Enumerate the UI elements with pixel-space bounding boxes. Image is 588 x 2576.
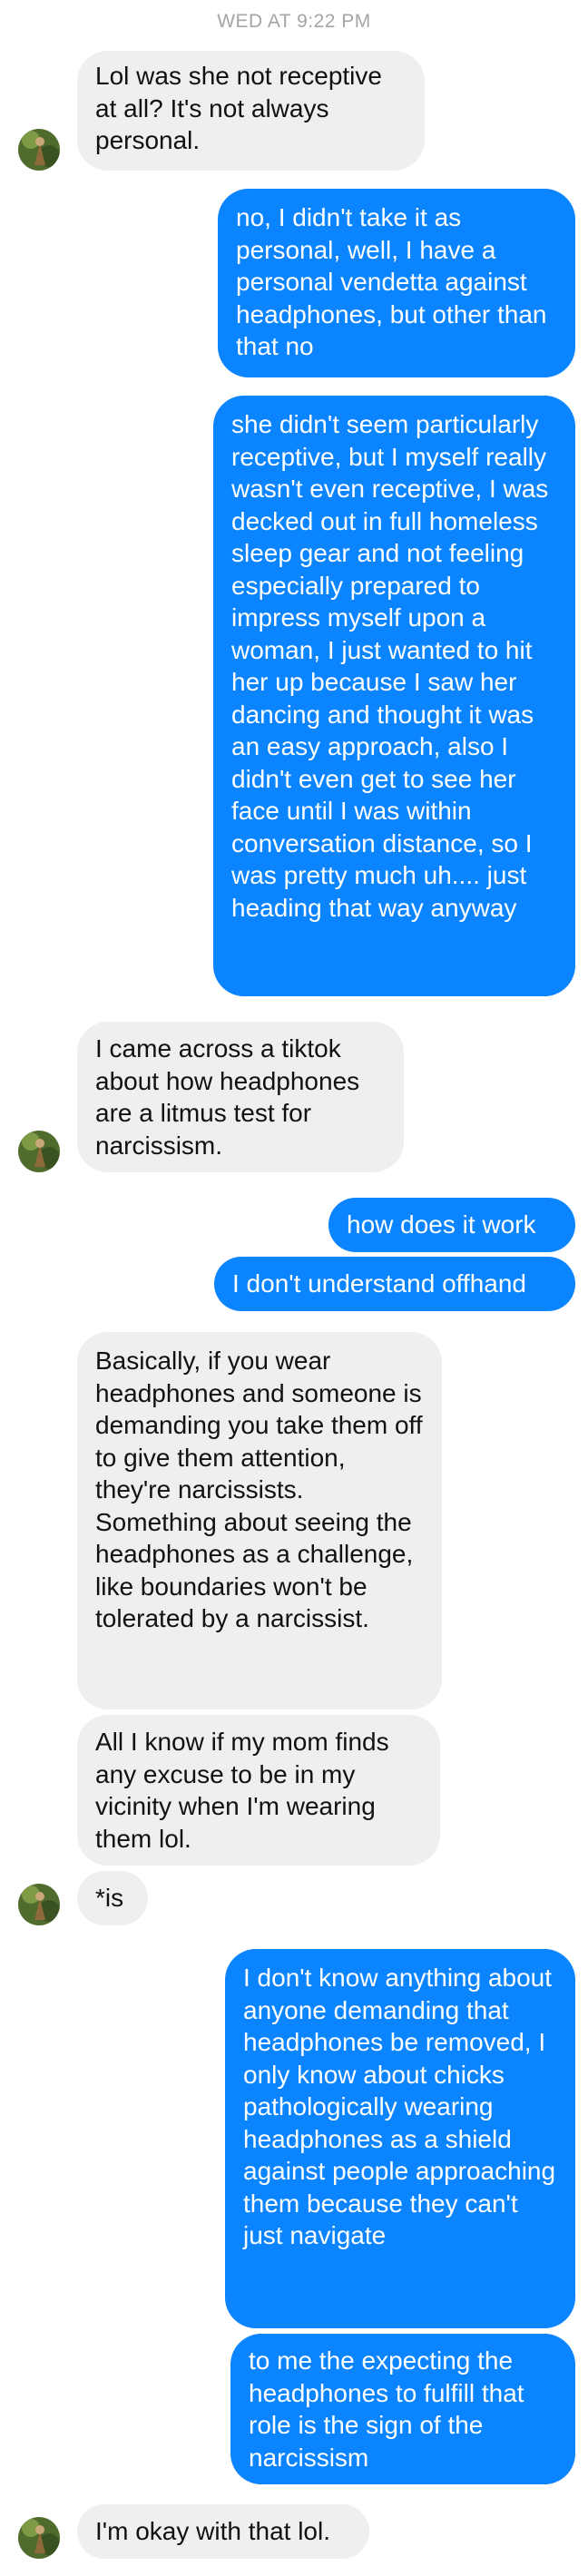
avatar-image-icon: [18, 1884, 60, 1925]
message-bubble-sent[interactable]: I don't know anything about anyone deman…: [225, 1949, 575, 2328]
message-bubble-received[interactable]: Lol was she not receptive at all? It's n…: [77, 51, 425, 171]
message-bubble-sent[interactable]: to me the expecting the headphones to fu…: [230, 2334, 575, 2484]
message-bubble-received[interactable]: All I know if my mom finds any excuse to…: [77, 1715, 440, 1866]
avatar-image-icon: [18, 1131, 60, 1172]
contact-avatar[interactable]: [18, 1884, 60, 1925]
avatar-image-icon: [18, 2517, 60, 2559]
message-bubble-sent[interactable]: how does it work: [328, 1198, 575, 1252]
contact-avatar[interactable]: [18, 1131, 60, 1172]
contact-avatar[interactable]: [18, 129, 60, 171]
message-bubble-received[interactable]: I came across a tiktok about how headpho…: [77, 1022, 404, 1172]
message-bubble-received[interactable]: *is: [77, 1871, 148, 1925]
message-bubble-sent[interactable]: no, I didn't take it as personal, well, …: [218, 189, 575, 377]
message-bubble-received[interactable]: I'm okay with that lol.: [77, 2504, 369, 2559]
contact-avatar[interactable]: [18, 2517, 60, 2559]
timestamp-label: WED AT 9:22 PM: [217, 11, 371, 32]
avatar-image-icon: [18, 129, 60, 171]
message-bubble-received[interactable]: Basically, if you wear headphones and so…: [77, 1332, 442, 1709]
message-bubble-sent[interactable]: she didn't seem particularly receptive, …: [213, 396, 575, 996]
message-bubble-sent[interactable]: I don't understand offhand: [214, 1257, 575, 1311]
